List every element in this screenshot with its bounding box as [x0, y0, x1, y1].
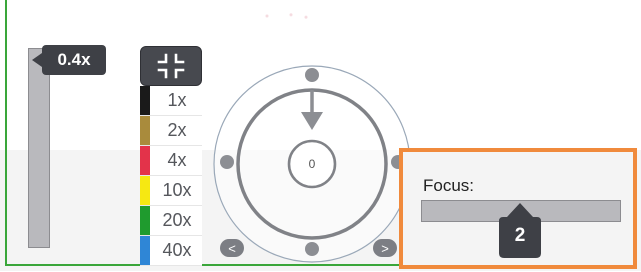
zoom-level-label: 10x [162, 180, 192, 200]
zoom-color-swatch [140, 176, 150, 205]
zoom-color-swatch [140, 146, 150, 175]
focus-panel: Focus: 2 [399, 148, 637, 269]
zoom-level-20x[interactable]: 20x [140, 206, 202, 236]
zoom-color-swatch [140, 206, 150, 235]
pan-control: 0 < > [210, 62, 415, 272]
zoom-color-swatch [140, 236, 150, 265]
zoom-level-label: 2x [167, 120, 187, 140]
zoom-slider-track[interactable] [28, 48, 50, 248]
pan-center-value: 0 [309, 157, 316, 171]
pan-left-dot[interactable] [220, 155, 234, 169]
collapse-button[interactable] [140, 46, 202, 86]
pan-dial: 0 [213, 65, 411, 263]
pan-prev-button[interactable]: < [220, 239, 244, 257]
pan-next-button[interactable]: > [373, 239, 397, 257]
zoom-level-4x[interactable]: 4x [140, 146, 202, 176]
collapse-icon [157, 53, 185, 79]
pan-down-dot[interactable] [305, 242, 319, 256]
pan-up-dot[interactable] [305, 68, 319, 82]
viewer-frame-left [5, 0, 7, 266]
zoom-level-label: 4x [167, 150, 187, 170]
viewer-stage: 0.4x 1x 2x 4x 10x 20x 40x 0 < > Focus: 2 [0, 0, 641, 271]
focus-label: Focus: [423, 176, 475, 195]
zoom-value-badge[interactable]: 0.4x [32, 45, 106, 75]
zoom-color-swatch [140, 86, 150, 115]
zoom-level-1x[interactable]: 1x [140, 86, 202, 116]
pan-next-label: > [381, 240, 389, 256]
zoom-color-swatch [140, 116, 150, 145]
zoom-level-10x[interactable]: 10x [140, 176, 202, 206]
zoom-level-label: 1x [167, 90, 187, 110]
pan-prev-label: < [228, 240, 236, 256]
focus-value: 2 [514, 225, 526, 246]
zoom-level-2x[interactable]: 2x [140, 116, 202, 146]
zoom-level-label: 20x [162, 210, 192, 230]
focus-slider-handle[interactable]: 2 [497, 203, 543, 259]
zoom-level-40x[interactable]: 40x [140, 236, 202, 266]
zoom-level-label: 40x [162, 240, 192, 260]
background-speckle [255, 10, 315, 22]
zoom-value-label: 0.4x [57, 50, 91, 69]
zoom-level-list: 1x 2x 4x 10x 20x 40x [140, 86, 202, 266]
